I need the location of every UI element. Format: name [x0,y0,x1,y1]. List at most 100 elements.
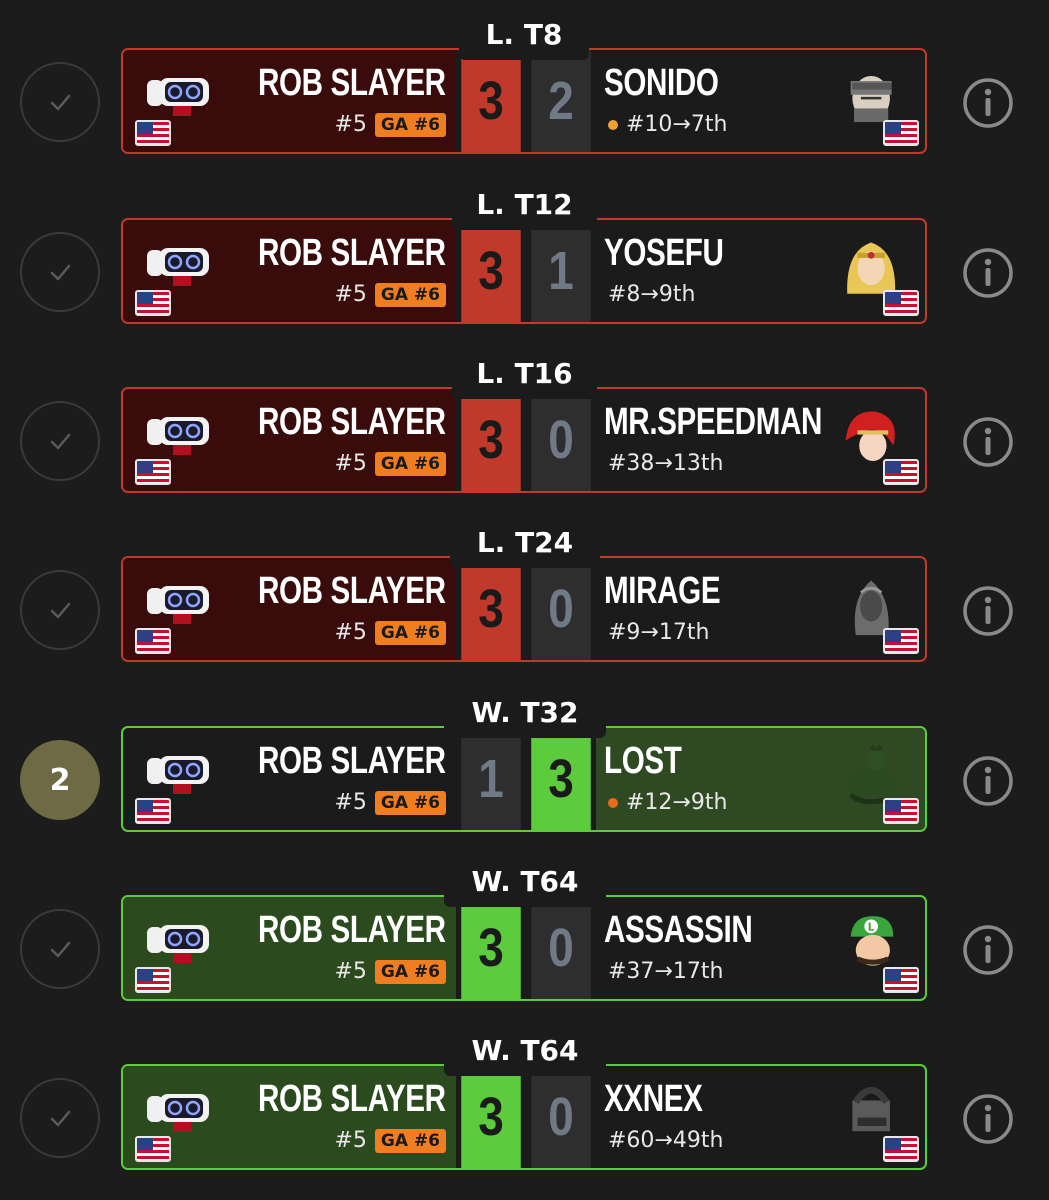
us-flag-icon [135,967,171,993]
opponent-panel: XXNEX #60→49th [596,1066,925,1168]
ga-rank-badge: GA #6 [374,282,446,307]
round-label: L. T24 [450,516,600,568]
opponent-seed-line: #12→9th [608,790,727,815]
match-card[interactable]: ROB SLAYER #5 GA #6 3 2 SONIDO #10→7th [121,48,927,154]
player-seed: #5 [334,451,367,476]
opponent-name: XXNEX [604,1078,703,1120]
info-icon [963,78,1013,128]
opponent-name: LOST [604,740,682,782]
svg-text:L: L [868,922,875,934]
player-panel: ROB SLAYER #5 GA #6 [123,389,456,491]
checkmark-icon [50,94,71,111]
match-card[interactable]: ROB SLAYER #5 GA #6 1 3 LOST #12→9th [121,726,927,832]
opponent-score: 0 [531,897,591,999]
round-label: L. T16 [452,347,597,399]
player-name: ROB SLAYER [258,62,446,104]
ga-rank-badge: GA #6 [374,790,446,815]
opponent-name: MR.SPEEDMAN [604,401,823,443]
opponent-score: 3 [531,728,591,830]
player-name: ROB SLAYER [258,740,446,782]
opponent-score: 2 [531,50,591,152]
match-row-6[interactable]: W. T64 ROB SLAYER #5 GA #6 3 0 ASSASSIN … [0,847,1049,1017]
player-character [135,744,215,824]
player-character [135,574,215,654]
info-button[interactable] [962,585,1014,637]
info-icon [963,586,1013,636]
us-flag-icon [883,290,919,316]
opponent-name: SONIDO [604,62,719,104]
match-card[interactable]: ROB SLAYER #5 GA #6 3 0 XXNEX #60→49th [121,1064,927,1170]
ga-rank-badge: GA #6 [374,959,446,984]
status-indicator [20,401,100,481]
opponent-name: ASSASSIN [604,909,753,951]
opponent-panel: YOSEFU #8→9th [596,220,925,322]
info-button[interactable] [962,416,1014,468]
match-row-4[interactable]: L. T24 ROB SLAYER #5 GA #6 3 0 MIRAGE #9… [0,508,1049,678]
opponent-panel: LOST #12→9th [596,728,925,830]
us-flag-icon [883,967,919,993]
player-seed: #5 [334,959,367,984]
player-character [135,1082,215,1162]
opponent-seed-line: #9→17th [608,620,709,645]
info-icon [963,417,1013,467]
info-button[interactable] [962,924,1014,976]
match-row-3[interactable]: L. T16 ROB SLAYER #5 GA #6 3 0 MR.SPEEDM… [0,339,1049,509]
opponent-seed-line: #10→7th [608,112,727,137]
player-seed-line: #5 GA #6 [334,959,446,984]
us-flag-icon [883,120,919,146]
match-row-7[interactable]: W. T64 ROB SLAYER #5 GA #6 3 0 XXNEX #60… [0,1016,1049,1186]
us-flag-icon [135,290,171,316]
match-card[interactable]: ROB SLAYER #5 GA #6 3 0 MR.SPEEDMAN #38→… [121,387,927,493]
player-score: 3 [461,220,521,322]
round-label: W. T32 [444,686,606,738]
opponent-character [837,234,919,316]
us-flag-icon [883,459,919,485]
us-flag-icon [883,1136,919,1162]
round-label: L. T12 [452,178,597,230]
player-character [135,405,215,485]
ga-rank-badge: GA #6 [374,1128,446,1153]
player-panel: ROB SLAYER #5 GA #6 [123,558,456,660]
player-character [135,66,215,146]
opponent-panel: SONIDO #10→7th [596,50,925,152]
player-seed-line: #5 GA #6 [334,282,446,307]
info-button[interactable] [962,755,1014,807]
info-button[interactable] [962,1093,1014,1145]
status-dot [608,797,618,808]
info-icon [963,248,1013,298]
info-button[interactable] [962,77,1014,129]
player-score: 3 [461,50,521,152]
match-card[interactable]: ROB SLAYER #5 GA #6 3 1 YOSEFU #8→9th [121,218,927,324]
rob-robot-icon [147,78,209,116]
match-row-2[interactable]: L. T12 ROB SLAYER #5 GA #6 3 1 YOSEFU #8… [0,170,1049,340]
player-seed-line: #5 GA #6 [334,790,446,815]
player-seed: #5 [334,112,367,137]
round-label: L. T8 [459,8,589,60]
rob-robot-icon [147,248,209,286]
match-card[interactable]: ROB SLAYER #5 GA #6 3 0 MIRAGE #9→17th [121,556,927,662]
player-seed-line: #5 GA #6 [334,620,446,645]
rob-robot-icon [147,417,209,455]
player-panel: ROB SLAYER #5 GA #6 [123,897,456,999]
us-flag-icon [883,798,919,824]
player-seed: #5 [334,790,367,815]
checkmark-icon [50,264,71,281]
opponent-character: L [837,911,919,993]
player-character [135,913,215,993]
player-seed: #5 [334,282,367,307]
checkmark-icon [50,941,71,958]
opponent-placement: #9→17th [608,620,710,645]
match-row-5[interactable]: 2 W. T32 ROB SLAYER #5 GA #6 1 3 LOST #1… [0,678,1049,848]
us-flag-icon [135,120,171,146]
opponent-seed-line: #8→9th [608,282,695,307]
rob-robot-icon [147,586,209,624]
match-card[interactable]: ROB SLAYER #5 GA #6 3 0 ASSASSIN #37→17t… [121,895,927,1001]
info-icon [963,925,1013,975]
status-dot [608,119,618,130]
status-indicator [20,909,100,989]
player-score: 3 [461,389,521,491]
info-button[interactable] [962,247,1014,299]
player-seed-line: #5 GA #6 [334,451,446,476]
match-row-1[interactable]: L. T8 ROB SLAYER #5 GA #6 3 2 SONIDO #10… [0,0,1049,170]
rob-robot-icon [147,925,209,963]
